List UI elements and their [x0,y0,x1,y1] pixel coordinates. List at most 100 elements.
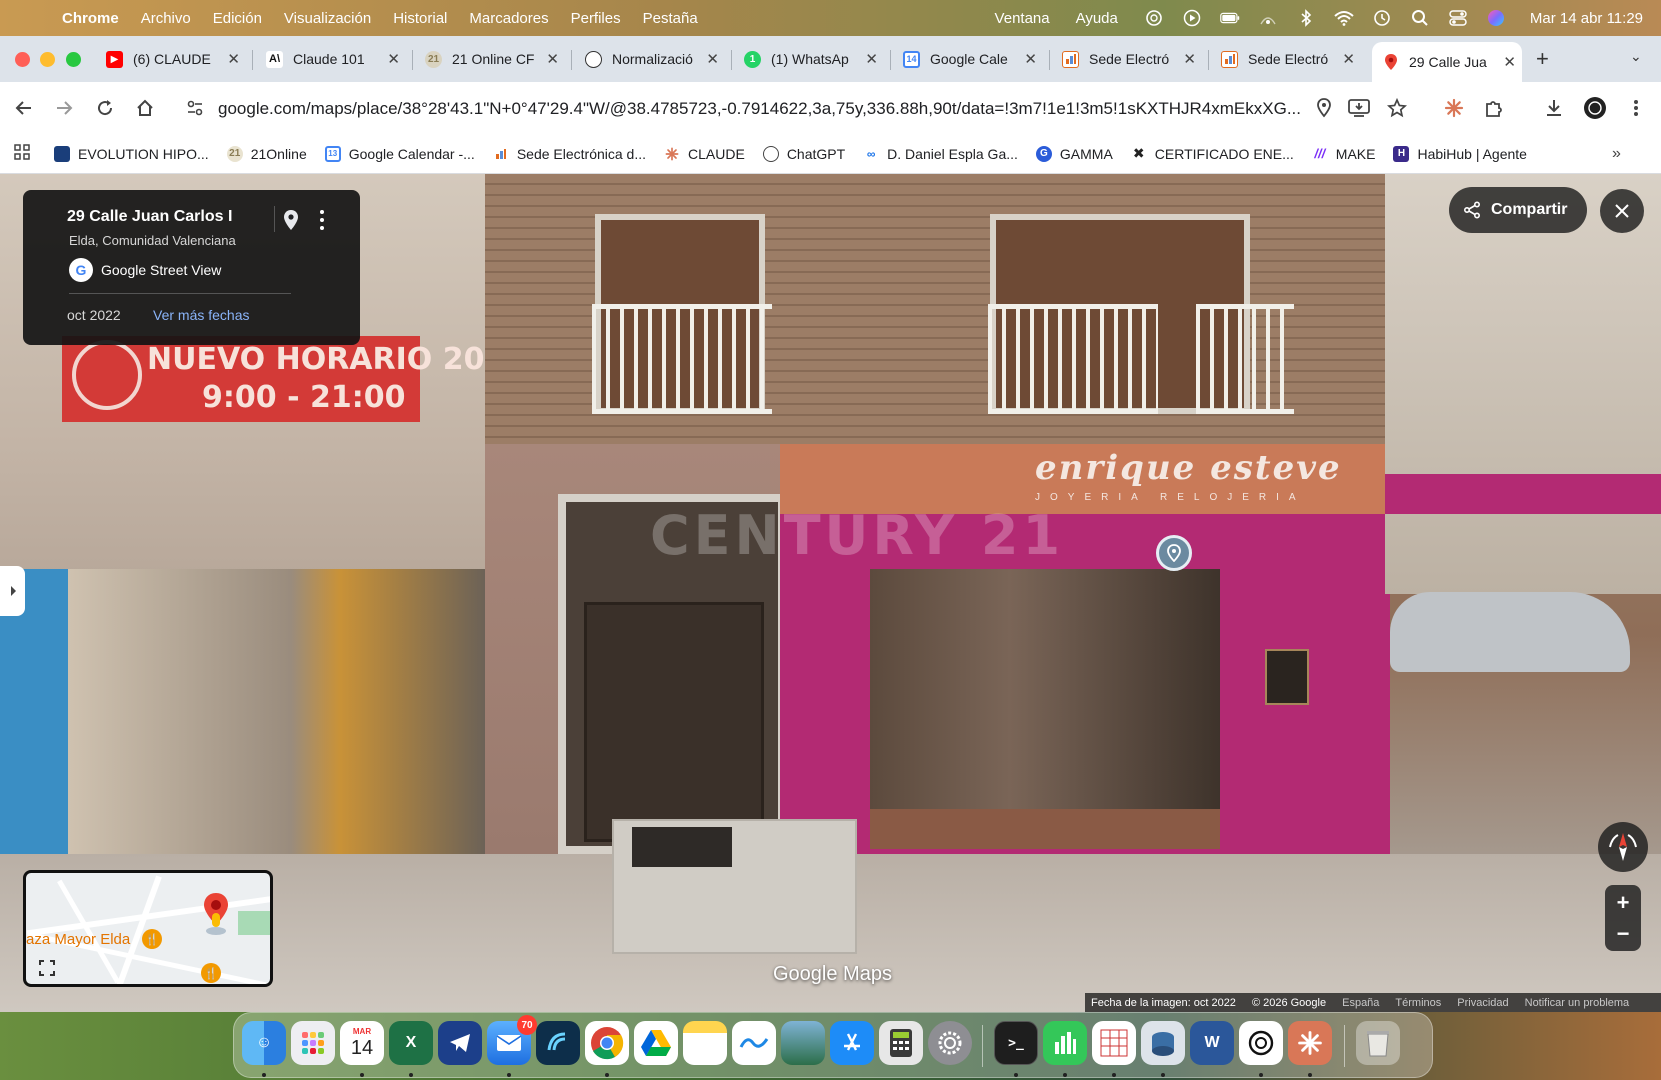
word-icon[interactable]: W [1190,1021,1234,1065]
bookmark-claude[interactable]: CLAUDE [664,146,745,162]
battery-icon[interactable] [1220,9,1240,27]
downloads-icon[interactable] [1542,96,1566,120]
location-icon[interactable] [1312,96,1336,120]
tab-close-icon[interactable]: ✕ [387,50,400,68]
window-close-button[interactable] [15,52,30,67]
tab-sede-electronica-2[interactable]: Sede Electró ✕ [1221,42,1361,76]
fullscreen-map-icon[interactable] [36,957,58,979]
openai-tray-icon[interactable] [1144,9,1164,27]
install-app-icon[interactable] [1347,96,1371,120]
more-dates-link[interactable]: Ver más fechas [153,307,250,323]
mail-icon[interactable]: 70 [487,1015,537,1065]
more-options-icon[interactable] [316,208,328,232]
zoom-out-button[interactable]: − [1605,920,1641,948]
menu-visualizacion[interactable]: Visualización [284,10,371,27]
report-problem-link[interactable]: Notificar un problema [1525,997,1630,1009]
tab-search-chevron-icon[interactable]: ⌄ [1630,48,1642,65]
google-drive-icon[interactable] [634,1021,678,1065]
spotlight-search-icon[interactable] [1410,9,1430,27]
window-zoom-button[interactable] [66,52,81,67]
tab-sede-electronica-1[interactable]: Sede Electró ✕ [1062,42,1202,76]
apple-menu-icon[interactable] [20,8,40,28]
tab-close-icon[interactable]: ✕ [546,50,559,68]
menu-app-name[interactable]: Chrome [62,10,119,27]
restaurant-poi-icon[interactable]: 🍴 [201,963,221,983]
calendar-app-icon[interactable]: MAR 14 [340,1021,384,1065]
telegram-icon[interactable] [438,1021,482,1065]
tab-close-icon[interactable]: ✕ [227,50,240,68]
tab-close-icon[interactable]: ✕ [1024,50,1037,68]
address-bar[interactable]: google.com/maps/place/38°28'43.1"N+0°47'… [172,89,1370,127]
bookmark-habihub[interactable]: H HabiHub | Agente [1393,145,1527,162]
bookmark-daniel-espla[interactable]: ∞ D. Daniel Espla Ga... [863,145,1018,162]
system-settings-gear-icon[interactable] [928,1021,972,1065]
chatgpt-icon[interactable] [1239,1021,1283,1065]
more-bookmarks-chevron-icon[interactable]: » [1612,145,1621,163]
bluetooth-icon[interactable] [1296,9,1316,27]
wifi-icon[interactable] [1334,9,1354,27]
tab-whatsapp[interactable]: 1 (1) WhatsAp ✕ [744,42,884,76]
extensions-puzzle-icon[interactable] [1482,96,1506,120]
menubar-clock[interactable]: Mar 14 abr 11:29 [1530,10,1643,27]
menu-archivo[interactable]: Archivo [141,10,191,27]
bookmark-evolution[interactable]: EVOLUTION HIPO... [54,145,209,162]
bookmark-star-icon[interactable] [1385,96,1409,120]
excel-icon[interactable]: X [389,1021,433,1065]
numbers-icon[interactable] [1043,1021,1087,1065]
share-button[interactable]: Compartir [1449,187,1587,233]
calculator-icon[interactable] [879,1021,923,1065]
siri-icon[interactable] [1486,9,1506,27]
privacy-link[interactable]: Privacidad [1457,997,1508,1009]
claude-extension-icon[interactable] [1442,96,1466,120]
freeform-icon[interactable] [732,1021,776,1065]
menu-ayuda[interactable]: Ayuda [1076,10,1118,27]
reload-button[interactable] [93,96,117,120]
trash-icon[interactable] [1356,1021,1400,1065]
window-minimize-button[interactable] [40,52,55,67]
terminal-icon[interactable]: >_ [994,1021,1038,1065]
bookmark-sede-electronica[interactable]: Sede Electrónica d... [492,145,646,162]
current-location-pin-icon[interactable] [201,891,231,942]
menu-edicion[interactable]: Edición [213,10,262,27]
bookmark-certificado[interactable]: ✖ CERTIFICADO ENE... [1130,145,1294,162]
play-tray-icon[interactable] [1182,9,1202,27]
chrome-icon[interactable] [585,1021,629,1065]
spreadsheet-icon[interactable] [1092,1021,1136,1065]
profile-avatar[interactable] [1583,96,1607,120]
menu-marcadores[interactable]: Marcadores [469,10,548,27]
terms-link[interactable]: Términos [1395,997,1441,1009]
finder-icon[interactable]: ☺ [242,1021,286,1065]
bookmark-google-calendar[interactable]: 13 Google Calendar -... [324,145,475,162]
tab-normalizacion[interactable]: Normalizació ✕ [585,42,725,76]
navigation-marker-icon[interactable] [1156,535,1192,571]
app-store-icon[interactable] [830,1021,874,1065]
minimap[interactable]: aza Mayor Elda 🍴 🍴 [23,870,273,987]
hotspot-icon[interactable] [1258,9,1278,27]
tab-claude-101[interactable]: A\ Claude 101 ✕ [266,42,406,76]
menu-pestana[interactable]: Pestaña [643,10,698,27]
bookmark-make[interactable]: /// MAKE [1311,145,1375,162]
tab-21-online[interactable]: 21 21 Online CF ✕ [425,42,565,76]
menu-ventana[interactable]: Ventana [995,10,1050,27]
tab-youtube[interactable]: ▶ (6) CLAUDE ✕ [106,42,246,76]
tab-maps-active[interactable]: 29 Calle Jua ✕ [1372,42,1522,82]
chrome-menu-icon[interactable] [1624,96,1648,120]
menu-perfiles[interactable]: Perfiles [571,10,621,27]
restaurant-poi-icon[interactable]: 🍴 [142,929,162,949]
address-url-text[interactable]: google.com/maps/place/38°28'43.1"N+0°47'… [218,99,1318,119]
compass-icon[interactable] [1598,822,1648,872]
bookmark-21online[interactable]: 21 21Online [226,145,307,162]
tab-close-icon[interactable]: ✕ [1183,50,1196,68]
back-button[interactable] [12,96,36,120]
tab-google-calendar[interactable]: 14 Google Cale ✕ [903,42,1043,76]
disk-utility-icon[interactable] [1141,1021,1185,1065]
tab-close-icon[interactable]: ✕ [1503,53,1516,71]
time-machine-icon[interactable] [1372,9,1392,27]
launchpad-icon[interactable] [291,1021,335,1065]
map-place-label[interactable]: aza Mayor Elda [26,931,130,948]
close-street-view-button[interactable] [1600,189,1644,233]
wave-app-icon[interactable] [536,1021,580,1065]
preview-icon[interactable] [781,1021,825,1065]
zoom-in-button[interactable]: + [1605,889,1641,917]
notes-icon[interactable] [683,1021,727,1065]
